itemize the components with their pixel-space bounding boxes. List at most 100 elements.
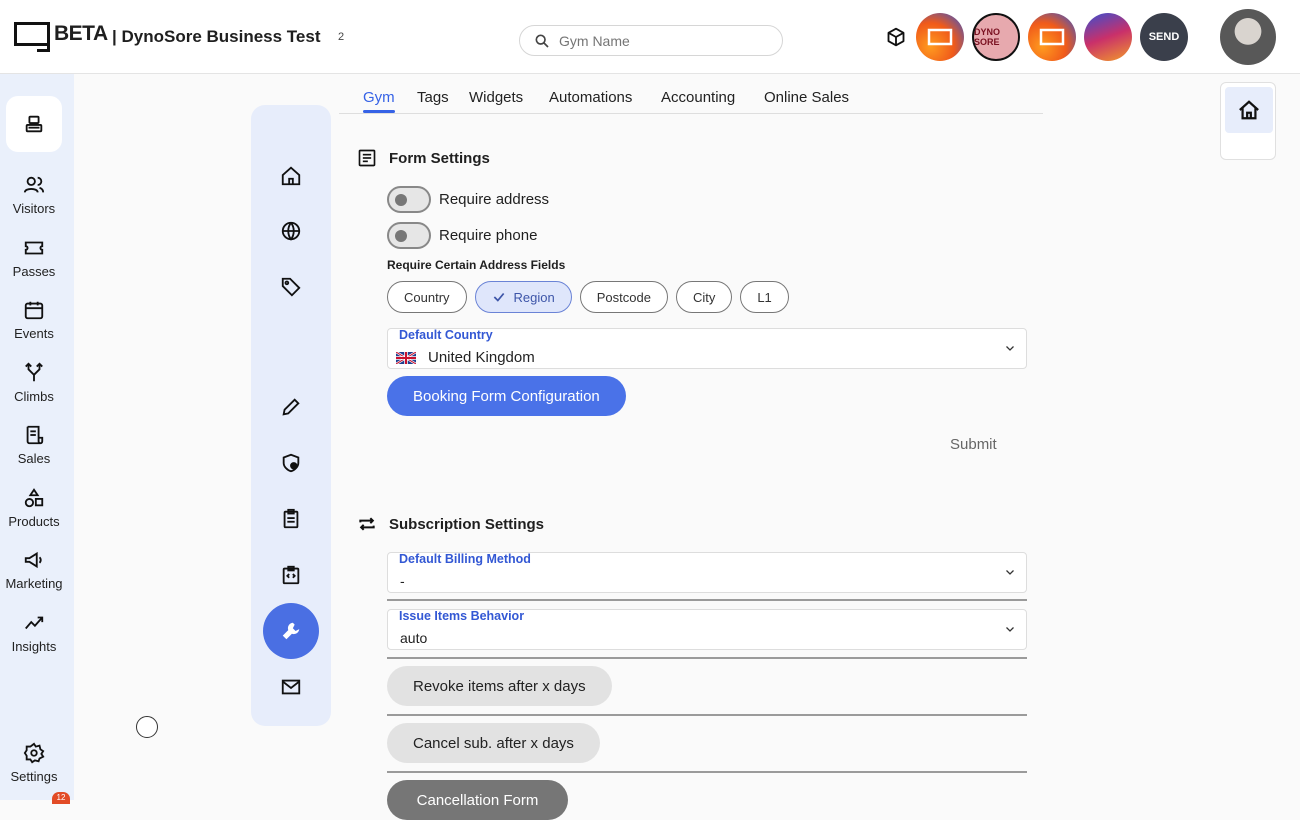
quick-home-button[interactable]: [1225, 87, 1273, 133]
rail-tag-button[interactable]: [263, 259, 319, 315]
divider: [387, 599, 1027, 601]
chip-region[interactable]: Region: [474, 281, 572, 313]
chip-l1[interactable]: L1: [740, 281, 789, 313]
cancellation-form-button[interactable]: Cancellation Form: [387, 780, 568, 820]
mail-icon: [281, 679, 301, 695]
business-count: 2: [338, 31, 345, 43]
require-phone-toggle[interactable]: [387, 222, 431, 249]
revoke-items-button[interactable]: Revoke items after x days: [387, 666, 612, 706]
rail-mail-button[interactable]: [263, 659, 319, 715]
active-tab-indicator: [363, 110, 395, 113]
shapes-icon: [24, 488, 44, 508]
divider: [387, 657, 1027, 659]
booking-form-config-button[interactable]: Booking Form Configuration: [387, 376, 626, 416]
search-icon: [535, 34, 549, 48]
tab-accounting[interactable]: Accounting: [661, 89, 735, 106]
sidebar-item-settings[interactable]: Settings: [0, 742, 68, 784]
shield-lock-icon: [282, 453, 300, 473]
tab-gym[interactable]: Gym: [363, 89, 395, 106]
tag-icon: [281, 277, 301, 297]
sidebar-item-climbs[interactable]: Climbs: [0, 362, 68, 404]
globe-icon: [281, 221, 301, 241]
sidebar-item-insights[interactable]: Insights: [0, 612, 68, 654]
check-icon: [493, 292, 504, 302]
require-address-label: Require address: [439, 191, 550, 208]
sidebar-item-label: Settings: [10, 769, 58, 784]
gym-search[interactable]: [519, 25, 783, 56]
users-icon: [23, 176, 45, 193]
form-settings-heading: Form Settings: [357, 148, 490, 168]
chevron-down-icon: [1006, 346, 1014, 351]
gym-avatar-2[interactable]: DYNO SORE: [972, 13, 1020, 61]
main-sidebar: Visitors Passes Events Climbs Sales Prod…: [0, 74, 74, 804]
sidebar-item-visitors[interactable]: Visitors: [0, 174, 68, 216]
mouse-cursor: [136, 716, 158, 738]
app-logo[interactable]: BETA: [14, 22, 108, 52]
rail-tools-button[interactable]: [263, 603, 319, 659]
rail-globe-button[interactable]: [263, 203, 319, 259]
rail-edit-button[interactable]: [263, 379, 319, 435]
chip-city[interactable]: City: [675, 281, 733, 313]
route-icon: [25, 362, 43, 382]
gym-avatar-3[interactable]: [1028, 13, 1076, 61]
gym-avatar-4[interactable]: [1084, 13, 1132, 61]
logo-mark-icon: [14, 22, 50, 52]
sidebar-item-passes[interactable]: Passes: [0, 237, 68, 279]
billing-method-select[interactable]: Default Billing Method -: [387, 552, 1027, 593]
submit-button[interactable]: Submit: [950, 436, 997, 453]
home-icon: [1239, 100, 1259, 120]
chevron-down-icon: [1006, 627, 1014, 632]
default-country-select[interactable]: Default Country United Kingdom: [387, 328, 1027, 369]
billing-method-label: Default Billing Method: [399, 552, 531, 566]
sidebar-item-label: Visitors: [12, 201, 56, 216]
user-avatar[interactable]: [1220, 9, 1276, 65]
ticket-icon: [24, 241, 44, 255]
chart-icon: [25, 616, 44, 630]
default-country-label: Default Country: [399, 328, 493, 342]
tab-widgets[interactable]: Widgets: [469, 89, 523, 106]
chip-country[interactable]: Country: [387, 281, 467, 313]
require-address-toggle[interactable]: [387, 186, 431, 213]
quick-nav-card: [1220, 82, 1276, 160]
cancel-sub-button[interactable]: Cancel sub. after x days: [387, 723, 600, 763]
sidebar-item-label: Climbs: [14, 389, 54, 404]
rail-clipboard-button[interactable]: [263, 491, 319, 547]
sidebar-item-sales[interactable]: Sales: [0, 424, 68, 466]
issue-items-select[interactable]: Issue Items Behavior auto: [387, 609, 1027, 650]
calendar-icon: [24, 301, 44, 320]
require-address-row: Require address: [387, 186, 549, 213]
settings-tabs: Gym Tags Widgets Automations Accounting …: [339, 74, 1043, 114]
gym-search-input[interactable]: [559, 32, 759, 49]
issue-items-label: Issue Items Behavior: [399, 609, 525, 623]
form-icon: [358, 149, 376, 167]
tab-tags[interactable]: Tags: [417, 89, 449, 106]
sidebar-item-label: Sales: [17, 451, 51, 466]
sidebar-item-products[interactable]: Products: [0, 487, 68, 529]
rail-security-button[interactable]: [263, 435, 319, 491]
rail-code-button[interactable]: [263, 547, 319, 603]
divider: [387, 714, 1027, 716]
sidebar-item-label: Products: [8, 514, 60, 529]
billing-method-value: -: [400, 573, 405, 589]
sidebar-item-label: Marketing: [5, 576, 63, 591]
tab-automations[interactable]: Automations: [549, 89, 632, 106]
form-settings-title: Form Settings: [389, 149, 490, 167]
rail-home-button[interactable]: [263, 148, 319, 204]
sidebar-item-pos[interactable]: [6, 96, 62, 152]
subscription-settings-title: Subscription Settings: [389, 515, 545, 533]
address-fields-label: Require Certain Address Fields: [387, 258, 566, 272]
issue-items-value: auto: [400, 630, 428, 646]
sidebar-item-marketing[interactable]: Marketing: [0, 549, 68, 591]
tab-online-sales[interactable]: Online Sales: [764, 89, 849, 106]
sidebar-item-label: Insights: [11, 639, 57, 654]
business-name[interactable]: | DynoSore Business Test: [112, 27, 321, 47]
gym-avatar-5[interactable]: SEND: [1140, 13, 1188, 61]
cube-icon[interactable]: [884, 25, 908, 49]
pencil-icon: [282, 398, 300, 416]
gym-avatar-1[interactable]: [916, 13, 964, 61]
sidebar-item-label: Events: [14, 326, 54, 341]
chip-postcode[interactable]: Postcode: [579, 281, 668, 313]
sidebar-item-events[interactable]: Events: [0, 299, 68, 341]
clipboard-code-icon: [282, 565, 300, 585]
logo-text: BETA: [54, 22, 108, 45]
